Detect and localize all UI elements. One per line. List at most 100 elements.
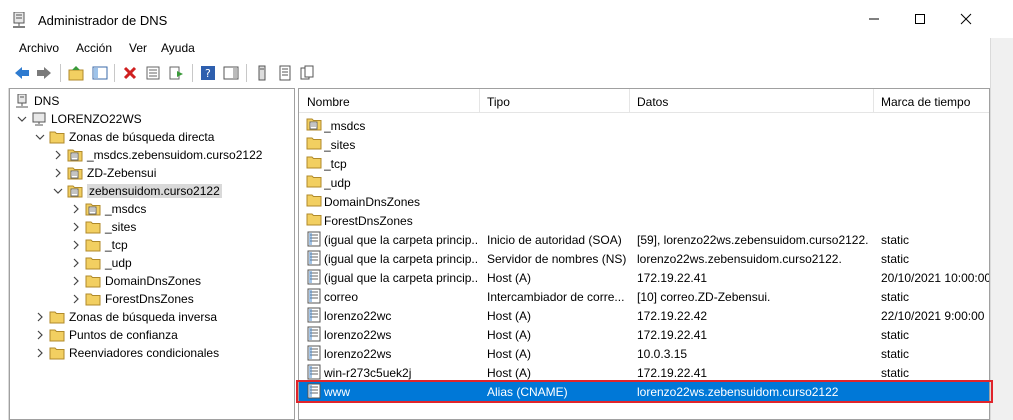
chevron-down-icon[interactable] bbox=[52, 185, 64, 197]
view-button[interactable] bbox=[221, 63, 241, 83]
tree-item[interactable]: LORENZO22WS bbox=[16, 110, 142, 128]
column-datos[interactable]: Datos bbox=[637, 95, 668, 109]
properties-button[interactable] bbox=[143, 63, 163, 83]
cell-type: Host (A) bbox=[487, 309, 532, 323]
column-divider[interactable] bbox=[479, 89, 480, 113]
cell-type: Alias (CNAME) bbox=[487, 385, 568, 399]
tree-item-label: LORENZO22WS bbox=[51, 112, 142, 126]
server-tower-icon bbox=[258, 65, 266, 81]
tree-item[interactable]: ZD-Zebensui bbox=[52, 164, 156, 182]
chevron-right-icon[interactable] bbox=[70, 275, 82, 287]
table-row[interactable]: win-r273c5uek2j Host (A) 172.19.22.41 stati… bbox=[299, 363, 989, 382]
show-tree-button[interactable] bbox=[90, 63, 110, 83]
record-icon bbox=[306, 383, 322, 399]
delete-button[interactable] bbox=[120, 63, 140, 83]
chevron-down-icon[interactable] bbox=[34, 131, 46, 143]
chevron-right-icon[interactable] bbox=[52, 167, 64, 179]
table-row[interactable]: DomainDnsZones bbox=[299, 192, 989, 211]
chevron-right-icon[interactable] bbox=[70, 293, 82, 305]
tree-item-label: DNS bbox=[34, 94, 60, 108]
list-button[interactable] bbox=[275, 63, 295, 83]
close-icon bbox=[960, 13, 972, 25]
cell-timestamp: static bbox=[881, 328, 910, 342]
folder-icon bbox=[49, 130, 65, 144]
cell-timestamp: 20/10/2021 10:00:00 bbox=[881, 271, 989, 285]
table-row[interactable]: lorenzo22ws Host (A) 10.0.3.15 static bbox=[299, 344, 989, 363]
chevron-right-icon[interactable] bbox=[34, 311, 46, 323]
cell-name: lorenzo22wc bbox=[324, 309, 392, 323]
cell-name: win-r273c5uek2j bbox=[324, 366, 412, 380]
table-row[interactable]: lorenzo22wc Host (A) 172.19.22.42 22/10/202… bbox=[299, 306, 989, 325]
tree-item-label: ZD-Zebensui bbox=[87, 166, 157, 180]
server-button[interactable] bbox=[252, 63, 272, 83]
tree-item[interactable]: DNS bbox=[14, 92, 59, 110]
copy-document-icon bbox=[300, 65, 314, 80]
column-divider[interactable] bbox=[629, 89, 630, 113]
chevron-right-icon[interactable] bbox=[34, 347, 46, 359]
tree-item[interactable]: _udp bbox=[70, 254, 132, 272]
column-header: Nombre Tipo Datos Marca de tiempo bbox=[299, 89, 989, 113]
tree-item-label: _udp bbox=[105, 256, 132, 270]
records-list[interactable]: Nombre Tipo Datos Marca de tiempo _msdcs… bbox=[298, 88, 990, 420]
column-divider[interactable] bbox=[873, 89, 874, 113]
folder-icon bbox=[85, 220, 101, 234]
table-row[interactable]: correo Intercambiador de corre... [10] cor… bbox=[299, 287, 989, 306]
close-button[interactable] bbox=[943, 0, 989, 38]
chevron-right-icon[interactable] bbox=[70, 203, 82, 215]
table-row[interactable]: _msdcs bbox=[299, 116, 989, 135]
menu-ver[interactable]: Ver bbox=[129, 41, 147, 55]
cell-data: [10] correo.ZD-Zebensui. bbox=[637, 290, 771, 304]
minimize-button[interactable] bbox=[851, 0, 897, 38]
tree-item[interactable]: _msdcs bbox=[70, 200, 146, 218]
chevron-right-icon[interactable] bbox=[70, 221, 82, 233]
table-row[interactable]: (igual que la carpeta princip... Host (A)… bbox=[299, 268, 989, 287]
tree-item[interactable]: DomainDnsZones bbox=[70, 272, 201, 290]
export-button[interactable] bbox=[166, 63, 186, 83]
cell-name: ForestDnsZones bbox=[324, 214, 413, 228]
folder-icon bbox=[306, 174, 322, 190]
tree-item[interactable]: Puntos de confianza bbox=[34, 326, 178, 344]
table-row[interactable]: ForestDnsZones bbox=[299, 211, 989, 230]
chevron-right-icon[interactable] bbox=[70, 239, 82, 251]
tree-item[interactable]: ForestDnsZones bbox=[70, 290, 194, 308]
menu-accion[interactable]: Acción bbox=[76, 41, 112, 55]
copy-button[interactable] bbox=[297, 63, 317, 83]
export-list-icon bbox=[169, 66, 183, 80]
column-marca-de-tiempo[interactable]: Marca de tiempo bbox=[881, 95, 970, 109]
cell-name: (igual que la carpeta princip... bbox=[324, 252, 479, 266]
tree-item[interactable]: _sites bbox=[70, 218, 136, 236]
table-row[interactable]: _tcp bbox=[299, 154, 989, 173]
tree-item[interactable]: _tcp bbox=[70, 236, 128, 254]
tree-item[interactable]: Zonas de búsqueda directa bbox=[34, 128, 214, 146]
console-tree[interactable]: DNS LORENZO22WS Zonas de búsqueda directa _… bbox=[9, 88, 295, 420]
help-button[interactable]: ? bbox=[198, 63, 218, 83]
cell-name: DomainDnsZones bbox=[324, 195, 421, 209]
chevron-right-icon[interactable] bbox=[52, 149, 64, 161]
tree-item[interactable]: Reenviadores condicionales bbox=[34, 344, 219, 362]
column-tipo[interactable]: Tipo bbox=[487, 95, 510, 109]
table-row[interactable]: www Alias (CNAME) lorenzo22ws.zebensuidom.… bbox=[299, 382, 989, 401]
maximize-button[interactable] bbox=[897, 0, 943, 38]
tree-item[interactable]: zebensuidom.curso2122 bbox=[52, 182, 222, 200]
tree-item[interactable]: _msdcs.zebensuidom.curso2122 bbox=[52, 146, 262, 164]
menu-ayuda[interactable]: Ayuda bbox=[161, 41, 195, 55]
dns-icon bbox=[13, 12, 25, 28]
table-row[interactable]: (igual que la carpeta princip... Servidor… bbox=[299, 249, 989, 268]
menu-archivo[interactable]: Archivo bbox=[19, 41, 59, 55]
up-folder-button[interactable] bbox=[66, 63, 86, 83]
table-row[interactable]: _sites bbox=[299, 135, 989, 154]
delete-icon bbox=[123, 66, 137, 80]
tree-item[interactable]: Zonas de búsqueda inversa bbox=[34, 308, 217, 326]
table-row[interactable]: _udp bbox=[299, 173, 989, 192]
table-row[interactable]: (igual que la carpeta princip... Inicio d… bbox=[299, 230, 989, 249]
chevron-right-icon[interactable] bbox=[34, 329, 46, 341]
table-row[interactable]: lorenzo22ws Host (A) 172.19.22.41 static bbox=[299, 325, 989, 344]
back-button[interactable] bbox=[12, 63, 32, 83]
column-nombre[interactable]: Nombre bbox=[307, 95, 350, 109]
chevron-down-icon[interactable] bbox=[16, 113, 28, 125]
minimize-icon bbox=[869, 18, 879, 20]
up-folder-icon bbox=[68, 66, 84, 81]
forward-button[interactable] bbox=[34, 63, 54, 83]
chevron-right-icon[interactable] bbox=[70, 257, 82, 269]
vertical-scrollbar[interactable] bbox=[990, 38, 1013, 420]
